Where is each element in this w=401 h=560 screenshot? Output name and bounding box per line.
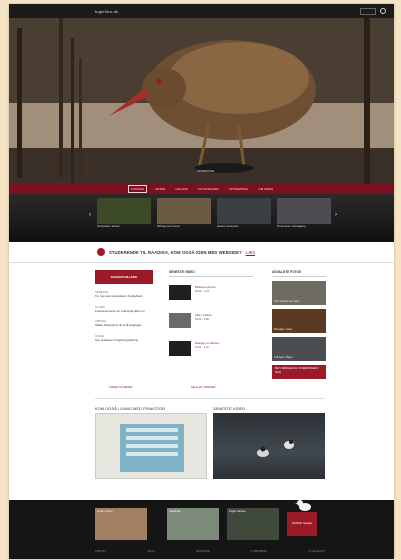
video-meta: 31.01 - 2:10 — [195, 346, 209, 349]
hero-caption: VANDRIKSE — [197, 169, 215, 173]
footer-thumbnail[interactable]: Fugle i haven — [95, 508, 147, 540]
news-column: DAGENS BILLEDE SENESTE Tre nye arter fot… — [95, 270, 153, 342]
footer-link[interactable]: OM OS — [147, 550, 155, 553]
carousel-item[interactable]: Knopsvane i solnedgang — [277, 198, 331, 238]
carousel-caption: Rørhøg over sivene — [157, 225, 180, 228]
carousel-image — [217, 198, 271, 224]
footer-link[interactable]: NYHEDSBREV — [251, 550, 267, 553]
video-thumbnail — [169, 285, 191, 300]
all-videos-link[interactable]: SE ALLE VIDEOER — [191, 385, 216, 389]
news-item[interactable]: SENESTE Tre nye arter fotograferet i Nor… — [95, 290, 153, 299]
nav-item-arter[interactable]: ARTER — [153, 186, 167, 192]
footer-links: KONTAKT OM OS ANNONCER NYHEDSBREV © FUGL… — [95, 550, 325, 553]
chevron-right-icon[interactable]: › — [335, 212, 337, 218]
latest-video-heading: SENESTE VIDEO — [213, 406, 246, 411]
nav-item-galleri[interactable]: GALLERI — [173, 186, 190, 192]
video-column: SENESTE VIDEO Blishøne på isen 04.02 - 1… — [169, 270, 253, 357]
video-item[interactable]: Blishøne på isen 04.02 - 1:24 — [169, 285, 253, 301]
video-meta: 02.02 - 0:58 — [195, 318, 209, 321]
footer: Fugle i haven Vadefugle Fugle i skoven D… — [9, 500, 394, 559]
search-icon[interactable] — [380, 8, 386, 14]
news-item[interactable]: NYHED Fotokonkurrence for vinterfugle åb… — [95, 305, 153, 314]
news-item[interactable]: GUIDE Nye objektiver til fuglefotografer… — [95, 334, 153, 343]
membership-promo[interactable]: BLIV MEDLEM AF FORENINGEN I DAG — [272, 365, 326, 379]
video-player[interactable] — [213, 413, 325, 479]
hero-photo — [9, 18, 394, 184]
carousel-image — [97, 198, 151, 224]
video-thumbnail — [169, 341, 191, 356]
footer-link[interactable]: ANNONCER — [196, 550, 210, 553]
nav-item-afstemning[interactable]: AFSTEMNING — [227, 186, 251, 192]
nav-item-om-siden[interactable]: OM SIDEN — [256, 186, 275, 192]
featured-photo[interactable]: Musvåge i træet — [272, 309, 326, 333]
carousel-caption: Sortspætte i skoven — [97, 225, 120, 228]
copyright: © FUGLEFOTO — [307, 550, 325, 553]
carousel-item[interactable]: Havørn ved kysten — [217, 198, 271, 238]
video-item[interactable]: Vibe i marken 02.02 - 0:58 — [169, 313, 253, 329]
featured-photos-column: UDVALGTE FOTOS Hvid vipstjert ved søen M… — [272, 270, 326, 379]
video-title: Blishøne på isen — [195, 285, 216, 289]
footer-thumb-caption: Fugle i haven — [97, 510, 113, 513]
carousel-item[interactable]: Sortspætte i skoven — [97, 198, 151, 238]
news-item[interactable]: ARTIKEL Sådan fotograferer du små sangfu… — [95, 319, 153, 328]
footer-thumb-caption: Fugle i skoven — [229, 510, 246, 513]
video-meta: 04.02 - 1:24 — [195, 290, 209, 293]
website-preview-image — [120, 424, 184, 472]
more-news-link[interactable]: FLERE NYHEDER — [109, 385, 132, 389]
carousel: ‹ Sortspætte i skoven Rørhøg over sivene… — [9, 194, 394, 242]
nav-item-fotografer[interactable]: FOTOGRAFER — [196, 186, 221, 192]
alert-icon — [97, 248, 105, 256]
footer-thumbnail[interactable]: Vadefugle — [167, 508, 219, 540]
featured-photo[interactable]: Grå hejre i tågen — [272, 337, 326, 361]
site-logo[interactable]: fuglefoto.dk — [95, 9, 118, 14]
video-item[interactable]: Natugle om aftenen 31.01 - 2:10 — [169, 341, 253, 357]
featured-photo[interactable]: Hvid vipstjert ved søen — [272, 281, 326, 305]
footer-promo[interactable]: DANSK Spejlet — [287, 512, 317, 536]
news-text: Sådan fotograferer du små sangfugle — [95, 323, 142, 328]
carousel-caption: Knopsvane i solnedgang — [277, 225, 306, 228]
search-input[interactable] — [360, 7, 376, 15]
chevron-left-icon[interactable]: ‹ — [89, 212, 91, 218]
carousel-image — [277, 198, 331, 224]
featured-caption: Grå hejre i tågen — [274, 356, 293, 359]
featured-heading: UDVALGTE FOTOS — [272, 270, 326, 277]
banner-link[interactable]: LÆS — [246, 250, 255, 255]
top-bar: fuglefoto.dk — [9, 4, 394, 18]
news-text: Tre nye arter fotograferet i Nordjylland — [95, 294, 143, 298]
website-preview[interactable] — [95, 413, 207, 479]
carousel-image — [157, 198, 211, 224]
hero-image: VANDRIKSE — [9, 18, 394, 184]
daily-photo-button[interactable]: DAGENS BILLEDE — [95, 270, 153, 284]
website-heading: KOM OGSÅ I GANG MED FRAKOTOR — [95, 406, 166, 411]
carousel-item[interactable]: Rørhøg over sivene — [157, 198, 211, 238]
main-nav: FORSIDE ARTER GALLERI FOTOGRAFER AFSTEMN… — [9, 184, 394, 194]
news-text: Fotokonkurrence for vinterfugle åben nu — [95, 308, 145, 313]
video-still — [257, 440, 294, 457]
announcement-banner: STUDERENDE TIL RAADIGA, KOM OGSÅ IGEN ME… — [97, 246, 317, 258]
divider — [9, 262, 394, 263]
nav-item-forside[interactable]: FORSIDE — [127, 185, 148, 193]
divider — [95, 398, 325, 399]
carousel-caption: Havørn ved kysten — [217, 225, 239, 228]
video-thumbnail — [169, 313, 191, 328]
news-heading: NYHED — [95, 304, 105, 309]
news-text: Nye objektiver til fuglefotografering — [95, 337, 139, 342]
footer-link[interactable]: KONTAKT — [95, 550, 106, 553]
bird-logo-icon — [295, 500, 311, 511]
video-title: Natugle om aftenen — [195, 341, 220, 345]
footer-thumbnail[interactable]: Fugle i skoven — [227, 508, 279, 540]
featured-caption: Musvåge i træet — [274, 328, 292, 331]
featured-caption: Hvid vipstjert ved søen — [274, 300, 300, 303]
page: fuglefoto.dk VANDRIKSE FORSIDE ARTER GAL… — [9, 4, 394, 559]
video-title: Vibe i marken — [195, 313, 213, 317]
banner-text: STUDERENDE TIL RAADIGA, KOM OGSÅ IGEN ME… — [109, 249, 242, 255]
video-heading: SENESTE VIDEO — [169, 270, 253, 277]
footer-thumb-caption: Vadefugle — [169, 510, 181, 513]
